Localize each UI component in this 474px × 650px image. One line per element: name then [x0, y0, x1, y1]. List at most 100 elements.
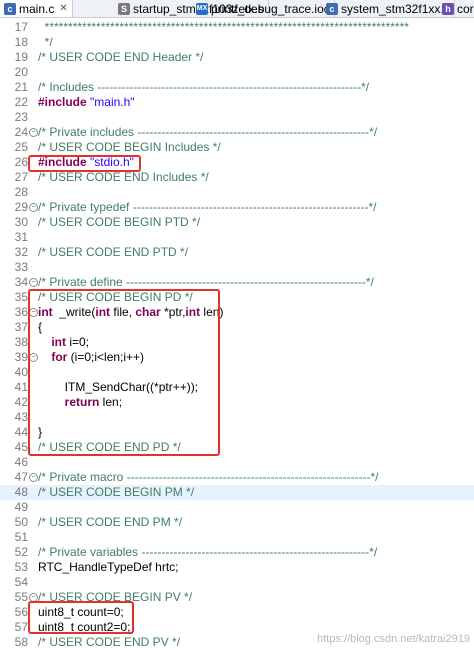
tab-system-stm32f1xx-c[interactable]: c system_stm32f1xx.c — [322, 0, 455, 17]
code-text: /* USER CODE BEGIN PV */ — [38, 590, 193, 604]
code-line[interactable]: 18 */ — [0, 35, 474, 50]
code-line[interactable]: 36− int _write(int file, char *ptr,int le… — [0, 305, 474, 320]
code-line[interactable]: 50 /* USER CODE END PM */ — [0, 515, 474, 530]
code-line[interactable]: 43 — [0, 410, 474, 425]
tab-core[interactable]: hcore — [438, 0, 474, 17]
line-number: 31 — [14, 230, 28, 244]
code-text: } — [38, 425, 43, 439]
code-line[interactable]: 22 #include "main.h" — [0, 95, 474, 110]
code-line[interactable]: 32 /* USER CODE END PTD */ — [0, 245, 474, 260]
code-text: /* Private typedef ---------------------… — [38, 200, 377, 214]
code-line[interactable]: 29−/* Private typedef ------------------… — [0, 200, 474, 215]
line-number: 25 — [14, 140, 28, 154]
code-text: /* USER CODE BEGIN PD */ — [38, 290, 193, 304]
line-number: 33 — [14, 260, 28, 274]
line-number: 23 — [14, 110, 28, 124]
code-line[interactable]: 26 #include "stdio.h" — [0, 155, 474, 170]
line-number: 46 — [14, 455, 28, 469]
code-text: /* USER CODE END PTD */ — [38, 245, 189, 259]
line-number: 58 — [14, 635, 28, 649]
file-c-icon: c — [4, 2, 16, 15]
code-line[interactable]: 55−/* USER CODE BEGIN PV */ — [0, 590, 474, 605]
code-text: */ — [38, 35, 53, 49]
tab-label: main.c — [19, 1, 55, 16]
fold-toggle-icon[interactable]: − — [29, 473, 38, 482]
code-line[interactable]: 37 { — [0, 320, 474, 335]
code-line[interactable]: 24−/* Private includes -----------------… — [0, 125, 474, 140]
code-line[interactable]: 46 — [0, 455, 474, 470]
line-number: 47 — [14, 470, 28, 484]
code-text: /* USER CODE BEGIN PM */ — [38, 485, 195, 499]
code-text: /* USER CODE END PV */ — [38, 635, 181, 649]
fold-toggle-icon[interactable]: − — [29, 308, 38, 317]
code-line[interactable]: 27 /* USER CODE END Includes */ — [0, 170, 474, 185]
line-number: 37 — [14, 320, 28, 334]
code-line[interactable]: 52 /* Private variables -----------------… — [0, 545, 474, 560]
code-line[interactable]: 56 uint8_t count=0; — [0, 605, 474, 620]
code-text: ****************************************… — [38, 20, 409, 34]
code-line[interactable]: 28 — [0, 185, 474, 200]
line-number: 18 — [14, 35, 28, 49]
fold-toggle-icon[interactable]: − — [29, 278, 38, 287]
line-number: 56 — [14, 605, 28, 619]
code-line[interactable]: 33 — [0, 260, 474, 275]
code-line[interactable]: 20 — [0, 65, 474, 80]
code-text: /* USER CODE BEGIN Includes */ — [38, 140, 221, 154]
line-number: 39 — [14, 350, 28, 364]
code-line[interactable]: 47−/* Private macro --------------------… — [0, 470, 474, 485]
code-line[interactable]: 53 RTC_HandleTypeDef hrtc; — [0, 560, 474, 575]
code-line[interactable]: 42 return len; — [0, 395, 474, 410]
line-number: 22 — [14, 95, 28, 109]
code-line[interactable]: 30 /* USER CODE BEGIN PTD */ — [0, 215, 474, 230]
code-text: /* USER CODE END PM */ — [38, 515, 183, 529]
code-line[interactable]: 31 — [0, 230, 474, 245]
code-line[interactable]: 34−/* Private define -------------------… — [0, 275, 474, 290]
line-number: 32 — [14, 245, 28, 259]
code-line[interactable]: 40 — [0, 365, 474, 380]
code-text: /* USER CODE END Includes */ — [38, 170, 209, 184]
close-icon[interactable]: ✕ — [59, 3, 67, 14]
fold-toggle-icon[interactable]: − — [29, 353, 38, 362]
line-number: 53 — [14, 560, 28, 574]
code-line[interactable]: 54 — [0, 575, 474, 590]
code-line[interactable]: 49 — [0, 500, 474, 515]
line-number: 24 — [14, 125, 28, 139]
code-line[interactable]: 21 /* Includes --------------------------… — [0, 80, 474, 95]
code-text: ITM_SendChar((*ptr++)); — [38, 380, 199, 394]
code-text: /* Private define ----------------------… — [38, 275, 374, 289]
file-s-icon: S — [118, 2, 130, 15]
line-number: 29 — [14, 200, 28, 214]
code-line[interactable]: 23 — [0, 110, 474, 125]
code-line[interactable]: 25 /* USER CODE BEGIN Includes */ — [0, 140, 474, 155]
line-number: 36 — [14, 305, 28, 319]
line-number: 54 — [14, 575, 28, 589]
code-line[interactable]: 19 /* USER CODE END Header */ — [0, 50, 474, 65]
code-line[interactable]: 48 /* USER CODE BEGIN PM */ — [0, 485, 474, 500]
file-mx-icon: MX — [196, 2, 208, 15]
code-line[interactable]: 44} — [0, 425, 474, 440]
code-text: /* Private variables -------------------… — [38, 545, 378, 559]
code-line[interactable]: 35 /* USER CODE BEGIN PD */ — [0, 290, 474, 305]
tab-label: core — [457, 1, 474, 16]
fold-toggle-icon[interactable]: − — [29, 593, 38, 602]
code-line[interactable]: 41 ITM_SendChar((*ptr++)); — [0, 380, 474, 395]
line-number: 41 — [14, 380, 28, 394]
fold-toggle-icon[interactable]: − — [29, 203, 38, 212]
line-number: 51 — [14, 530, 28, 544]
tab-printf-debug-trace-ioc[interactable]: MX printf_debug_trace.ioc — [192, 0, 335, 17]
fold-toggle-icon[interactable]: − — [29, 128, 38, 137]
code-text: /* Private macro -----------------------… — [38, 470, 379, 484]
code-text: /* USER CODE END Header */ — [38, 50, 204, 64]
code-line[interactable]: 17 *************************************… — [0, 20, 474, 35]
code-line[interactable]: 45 /* USER CODE END PD */ — [0, 440, 474, 455]
code-line[interactable]: 51 — [0, 530, 474, 545]
line-number: 28 — [14, 185, 28, 199]
code-text: RTC_HandleTypeDef hrtc; — [38, 560, 179, 574]
tab-main-c[interactable]: c main.c ✕ — [0, 0, 73, 17]
file-h-icon: h — [442, 2, 454, 15]
code-line[interactable]: 39− for (i=0;i<len;i++) — [0, 350, 474, 365]
line-number: 17 — [14, 20, 28, 34]
code-line[interactable]: 38 int i=0; — [0, 335, 474, 350]
code-text: /* Includes ----------------------------… — [38, 80, 370, 94]
code-editor[interactable]: 17 *************************************… — [0, 18, 474, 649]
